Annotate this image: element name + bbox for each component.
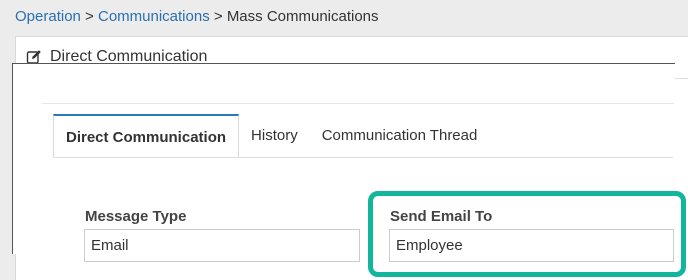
message-type-label: Message Type — [85, 208, 187, 225]
tab-communication-thread[interactable]: Communication Thread — [310, 114, 490, 157]
message-type-field[interactable] — [84, 229, 360, 262]
send-email-to-label: Send Email To — [390, 208, 493, 225]
breadcrumb-current: Mass Communications — [226, 8, 379, 25]
tab-bar: Direct Communication History Communicati… — [53, 114, 490, 158]
breadcrumb-link-communications[interactable]: Communications — [98, 8, 210, 25]
divider — [42, 103, 674, 104]
send-email-to-field[interactable] — [389, 229, 674, 262]
breadcrumb-separator: > — [213, 8, 227, 25]
tab-history[interactable]: History — [239, 114, 310, 157]
tab-direct-communication[interactable]: Direct Communication — [53, 114, 240, 158]
breadcrumb-separator: > — [85, 8, 98, 25]
content-frame — [12, 63, 675, 254]
tab-divider — [53, 157, 673, 158]
breadcrumb-link-operation[interactable]: Operation — [15, 8, 81, 25]
breadcrumb: Operation > Communications > Mass Commun… — [15, 8, 379, 26]
